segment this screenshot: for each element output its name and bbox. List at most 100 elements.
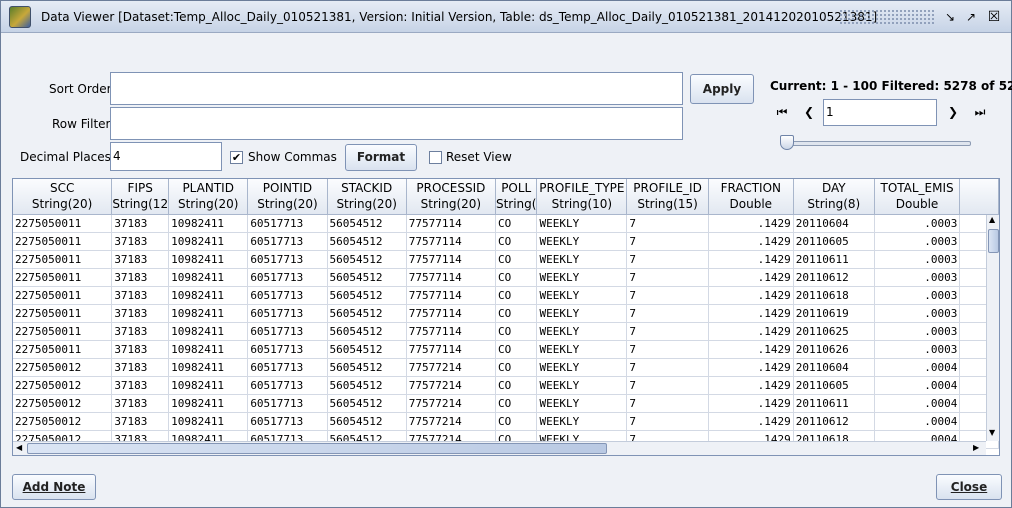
column-header[interactable]: DAY String(8) xyxy=(793,179,875,215)
table-row[interactable]: 2275050012 37183 10982411 60517713 56054512 7… xyxy=(13,358,999,377)
column-header[interactable]: SCC String(20) xyxy=(13,179,113,215)
table-cell[interactable]: 7 xyxy=(626,394,709,413)
table-cell[interactable]: .0003 xyxy=(874,268,961,287)
column-header[interactable]: PROFILE_ID String(15) xyxy=(626,179,709,215)
table-cell[interactable]: 10982411 xyxy=(168,340,249,359)
table-cell[interactable]: .0003 xyxy=(874,286,961,305)
table-cell[interactable]: 10982411 xyxy=(168,214,249,233)
table-cell[interactable]: 56054512 xyxy=(327,322,407,341)
table-cell[interactable]: .1429 xyxy=(708,214,794,233)
table-cell[interactable]: 20110605 xyxy=(793,232,875,251)
table-cell[interactable]: 10982411 xyxy=(168,250,249,269)
apply-button[interactable]: Apply xyxy=(690,74,754,104)
table-cell[interactable]: 2275050012 xyxy=(13,358,113,377)
table-cell[interactable]: 2275050011 xyxy=(13,268,113,287)
column-header[interactable]: PROCESSID String(20) xyxy=(406,179,496,215)
table-cell[interactable]: 7 xyxy=(626,412,709,431)
table-cell[interactable]: 56054512 xyxy=(327,232,407,251)
table-row[interactable]: 2275050011 37183 10982411 60517713 56054512 7… xyxy=(13,214,999,233)
table-cell[interactable]: 60517713 xyxy=(247,232,328,251)
table-cell[interactable]: 10982411 xyxy=(168,232,249,251)
column-header[interactable]: POLL String( xyxy=(495,179,538,215)
table-cell[interactable]: 7 xyxy=(626,304,709,323)
table-cell[interactable]: WEEKLY xyxy=(536,214,628,233)
table-cell[interactable]: WEEKLY xyxy=(536,286,628,305)
table-cell[interactable]: 37183 xyxy=(111,214,170,233)
table-cell[interactable]: .0003 xyxy=(874,250,961,269)
table-cell[interactable]: CO xyxy=(495,358,538,377)
table-cell[interactable]: .1429 xyxy=(708,286,794,305)
table-cell[interactable]: WEEKLY xyxy=(536,232,628,251)
table-cell[interactable]: 77577114 xyxy=(406,286,496,305)
table-cell[interactable]: CO xyxy=(495,214,538,233)
table-cell[interactable]: 2275050011 xyxy=(13,214,113,233)
table-row[interactable]: 2275050011 37183 10982411 60517713 56054512 7… xyxy=(13,304,999,323)
table-cell[interactable]: 7 xyxy=(626,340,709,359)
table-cell[interactable]: 10982411 xyxy=(168,394,249,413)
table-cell[interactable]: 10982411 xyxy=(168,268,249,287)
table-cell[interactable]: 60517713 xyxy=(247,286,328,305)
table-cell[interactable]: .1429 xyxy=(708,394,794,413)
table-cell[interactable]: .1429 xyxy=(708,412,794,431)
table-cell[interactable]: 7 xyxy=(626,232,709,251)
table-cell[interactable]: WEEKLY xyxy=(536,394,628,413)
table-cell[interactable]: 77577114 xyxy=(406,250,496,269)
table-cell[interactable]: CO xyxy=(495,394,538,413)
table-cell[interactable]: 60517713 xyxy=(247,340,328,359)
scroll-right-icon[interactable]: ▶ xyxy=(973,443,979,452)
last-page-icon[interactable]: ⏭ xyxy=(971,104,989,120)
table-row[interactable]: 2275050011 37183 10982411 60517713 56054512 7… xyxy=(13,268,999,287)
table-cell[interactable]: 37183 xyxy=(111,286,170,305)
table-cell[interactable]: 20110611 xyxy=(793,250,875,269)
table-row[interactable]: 2275050011 37183 10982411 60517713 56054512 7… xyxy=(13,250,999,269)
table-cell[interactable]: 60517713 xyxy=(247,214,328,233)
scroll-up-icon[interactable]: ▲ xyxy=(989,215,995,224)
table-cell[interactable]: WEEKLY xyxy=(536,376,628,395)
table-cell[interactable]: 20110619 xyxy=(793,304,875,323)
row-filter-input[interactable] xyxy=(110,107,683,140)
page-slider-track[interactable] xyxy=(785,141,971,146)
prev-page-icon[interactable]: ❮ xyxy=(800,104,818,120)
table-cell[interactable]: .0004 xyxy=(874,358,961,377)
horizontal-scrollbar[interactable]: ◀ ▶ xyxy=(13,441,986,455)
table-cell[interactable]: 20110612 xyxy=(793,268,875,287)
table-cell[interactable]: 20110604 xyxy=(793,358,875,377)
table-cell[interactable]: .0004 xyxy=(874,412,961,431)
show-commas-checkbox[interactable]: ✔ xyxy=(230,151,243,164)
column-header[interactable]: FIPS String(12 xyxy=(111,179,170,215)
table-cell[interactable]: .1429 xyxy=(708,376,794,395)
table-cell[interactable]: 56054512 xyxy=(327,286,407,305)
table-cell[interactable]: .1429 xyxy=(708,304,794,323)
table-cell[interactable]: 60517713 xyxy=(247,376,328,395)
table-cell[interactable]: 10982411 xyxy=(168,376,249,395)
table-cell[interactable]: 7 xyxy=(626,250,709,269)
close-window-icon[interactable]: ☒ xyxy=(986,9,1002,25)
table-cell[interactable]: WEEKLY xyxy=(536,268,628,287)
table-cell[interactable]: 10982411 xyxy=(168,286,249,305)
table-cell[interactable]: .0003 xyxy=(874,214,961,233)
table-cell[interactable]: 56054512 xyxy=(327,376,407,395)
table-cell[interactable]: 60517713 xyxy=(247,394,328,413)
table-cell[interactable]: 37183 xyxy=(111,322,170,341)
table-cell[interactable]: 60517713 xyxy=(247,304,328,323)
table-cell[interactable]: 20110618 xyxy=(793,286,875,305)
table-cell[interactable]: 2275050011 xyxy=(13,340,113,359)
table-cell[interactable]: 77577114 xyxy=(406,232,496,251)
vertical-scroll-thumb[interactable] xyxy=(988,229,999,253)
column-header[interactable]: TOTAL_EMIS Double xyxy=(874,179,961,215)
table-cell[interactable]: 2275050011 xyxy=(13,322,113,341)
horizontal-scroll-thumb[interactable] xyxy=(27,443,607,454)
reset-view-checkbox[interactable] xyxy=(429,151,442,164)
table-cell[interactable]: .0004 xyxy=(874,376,961,395)
table-cell[interactable]: 56054512 xyxy=(327,340,407,359)
table-cell[interactable]: 56054512 xyxy=(327,268,407,287)
table-cell[interactable]: 7 xyxy=(626,268,709,287)
table-cell[interactable]: 56054512 xyxy=(327,358,407,377)
table-cell[interactable]: .0003 xyxy=(874,232,961,251)
column-header[interactable] xyxy=(959,179,999,215)
table-cell[interactable]: 37183 xyxy=(111,340,170,359)
table-cell[interactable]: .1429 xyxy=(708,358,794,377)
table-cell[interactable]: 77577114 xyxy=(406,322,496,341)
table-cell[interactable]: 60517713 xyxy=(247,268,328,287)
table-cell[interactable]: CO xyxy=(495,376,538,395)
